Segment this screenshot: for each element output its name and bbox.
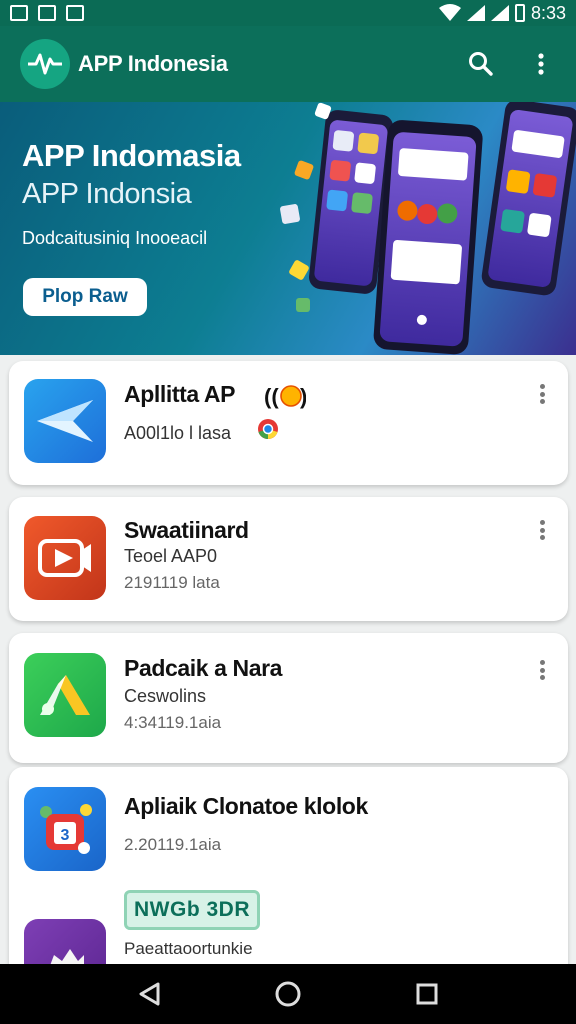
status-bar: 8:33 [0, 0, 576, 26]
svg-text:): ) [300, 384, 306, 409]
app-card[interactable]: Padcaik a Nara Ceswolins 4:34119.1aia [9, 633, 568, 763]
more-vert-button[interactable] [534, 517, 550, 543]
app-name: Apliaik Clonatoe klolok [124, 793, 368, 819]
recents-button[interactable] [407, 974, 447, 1014]
phones-illustration [280, 102, 576, 355]
app-name: Padcaik a Nara [124, 655, 283, 681]
app-meta: 4:34119.1aia [124, 713, 222, 732]
pulse-icon [28, 53, 62, 75]
more-vert-button[interactable] [534, 657, 550, 683]
notification-icon [10, 5, 28, 21]
app-meta: 2191119 lata [124, 573, 220, 592]
app-developer: Teoel AAP0 [124, 546, 218, 566]
emoji-badge-icon: (( ) [264, 384, 306, 409]
ads-triangle-icon [40, 675, 90, 715]
search-icon [469, 52, 493, 76]
home-button[interactable] [268, 974, 308, 1014]
notification-icon [66, 5, 84, 21]
app-icon: 3 [24, 787, 106, 871]
calendar-robot-icon: 3 [40, 804, 92, 854]
app-icon [24, 653, 106, 737]
app-icon [24, 379, 106, 463]
status-indicators: 8:33 [438, 2, 566, 24]
hero-description: Dodcaitusiniq Inooeacil [22, 228, 208, 248]
app-logo [20, 39, 70, 89]
app-card[interactable]: Apllitta AP (( ) A00l1lo l lasa [9, 361, 568, 485]
app-name: Swaatiinard [124, 517, 249, 543]
app-icon [24, 516, 106, 600]
send-arrow-icon [37, 400, 93, 442]
chrome-icon [258, 419, 278, 439]
back-icon [139, 982, 160, 1006]
app-meta: Paeattaoortunkie [124, 939, 253, 958]
recents-icon [416, 983, 438, 1005]
app-meta: A00l1lo l lasa [124, 423, 232, 443]
video-play-icon [38, 539, 91, 577]
app-developer: Ceswolins [124, 686, 207, 706]
battery-icon [514, 4, 525, 22]
hero-cta-button[interactable]: Plop Raw [23, 278, 147, 316]
notification-icon [38, 5, 56, 21]
app-card[interactable]: 3 Apliaik Clonatoe klolok 2.20119.1aia N… [9, 767, 568, 1003]
more-vert-button[interactable] [534, 381, 550, 407]
app-badge-label: NWGb 3DR [134, 898, 250, 921]
signal-icon [466, 5, 485, 21]
svg-text:3: 3 [61, 827, 70, 844]
home-icon [275, 981, 301, 1007]
more-vert-icon [538, 53, 544, 75]
overflow-menu-button[interactable] [526, 49, 556, 79]
status-time: 8:33 [530, 2, 566, 23]
signal-icon [490, 5, 509, 21]
svg-text:((: (( [264, 384, 279, 409]
wifi-icon [438, 4, 461, 21]
search-button[interactable] [466, 49, 496, 79]
back-button[interactable] [129, 974, 169, 1014]
app-card[interactable]: Swaatiinard Teoel AAP0 2191119 lata [9, 497, 568, 621]
system-nav-bar [0, 964, 576, 1024]
app-bar: APP Indonesia [0, 26, 576, 102]
app-meta: 2.20119.1aia [124, 835, 222, 854]
app-name: Apllitta AP [124, 381, 236, 407]
hero-subtitle: APP Indonsia [22, 178, 192, 210]
hero-banner: APP Indomasia APP Indonsia Dodcaitusiniq… [0, 102, 576, 355]
app-title: APP Indonesia [78, 51, 228, 76]
app-badge: NWGb 3DR [124, 890, 260, 930]
notification-icons [10, 5, 84, 21]
hero-title: APP Indomasia [22, 138, 241, 173]
